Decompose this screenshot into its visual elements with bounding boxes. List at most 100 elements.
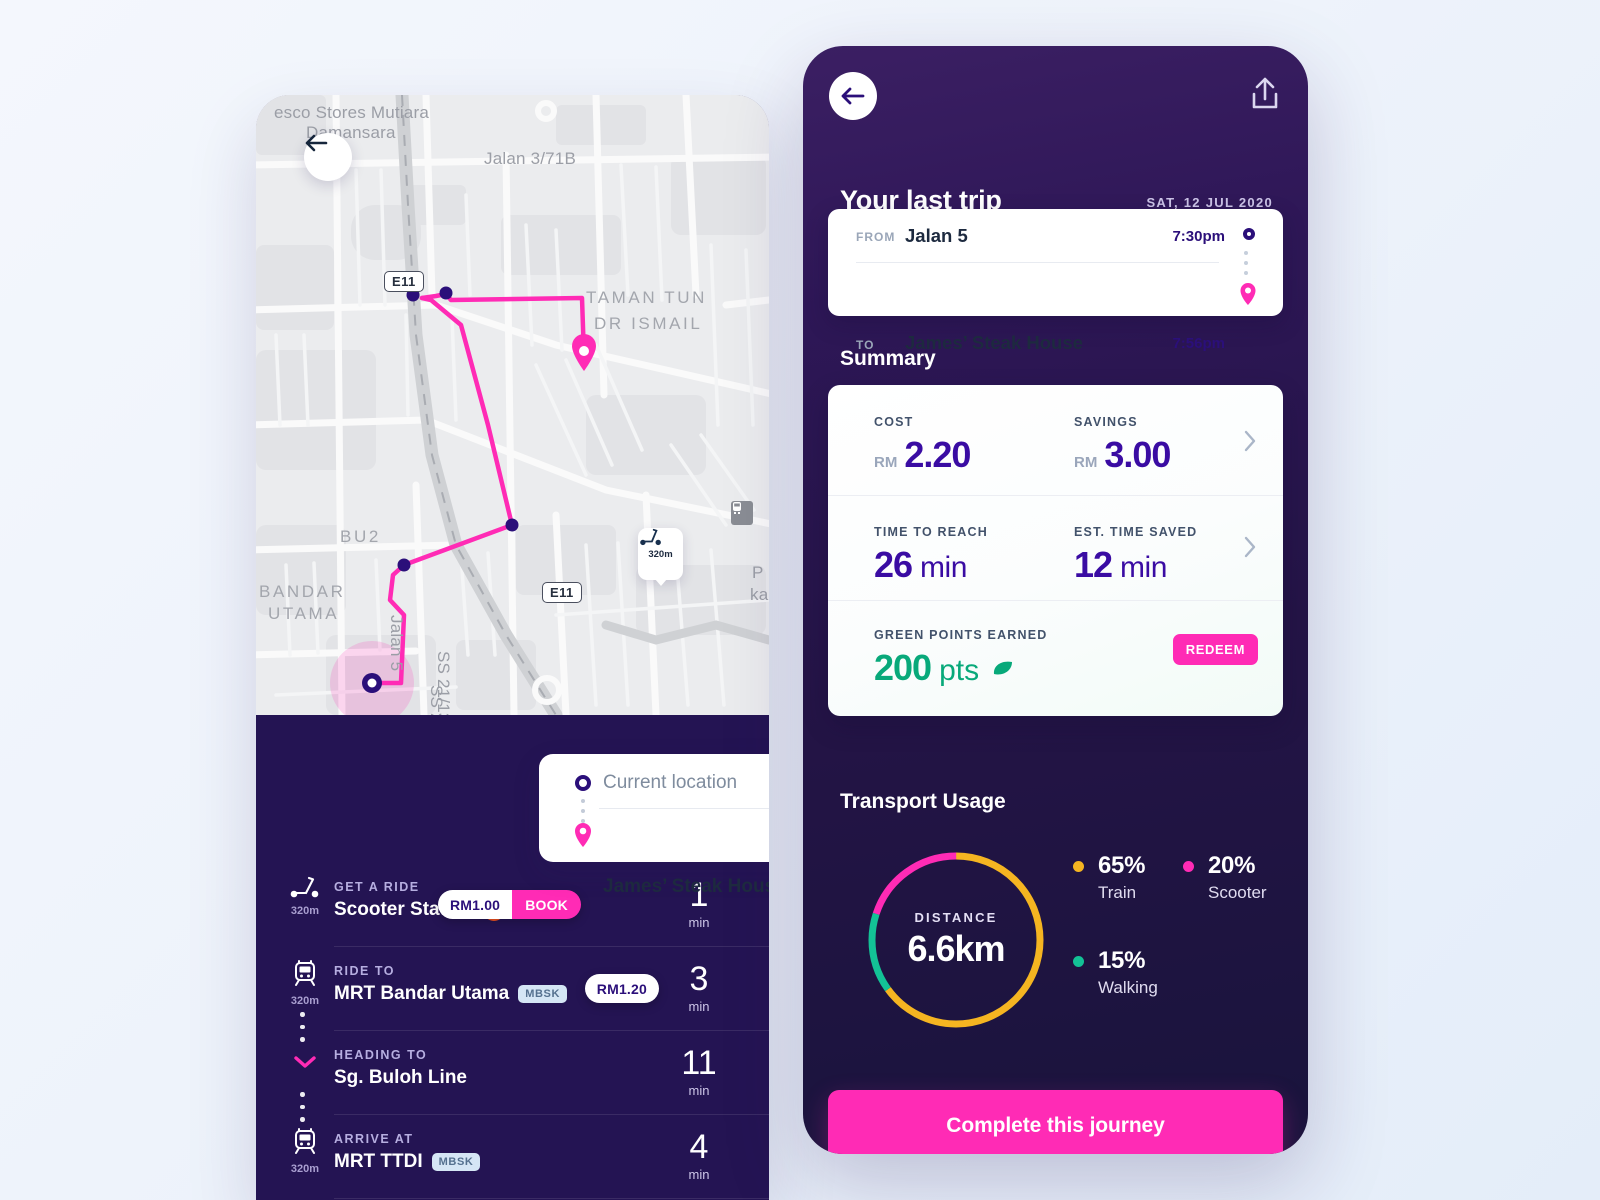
scooter-callout-distance: 320m <box>648 549 673 560</box>
current-trip-card[interactable]: Current location 7:30pm James’ Steak Hou… <box>539 754 769 897</box>
step-row[interactable]: 320m GET A RIDE Scooter Station ⚡ RM1.00… <box>256 862 769 946</box>
savings-value-wrap: RM 3.00 <box>1074 434 1171 476</box>
map-canvas <box>256 95 769 715</box>
legend-item-scooter: 20% Scooter <box>1183 852 1267 903</box>
legend-value: 65% <box>1098 852 1146 879</box>
step-icon-column <box>280 1054 330 1075</box>
map-pin-icon <box>1240 283 1256 305</box>
green-points-unit: pts <box>939 654 980 687</box>
savings-currency: RM <box>1074 454 1098 471</box>
step-kicker: RIDE TO <box>334 964 395 978</box>
chevron-right-icon[interactable] <box>1243 429 1257 453</box>
share-button[interactable] <box>1248 76 1282 114</box>
step-duration-unit: min <box>688 1083 710 1098</box>
cost-block: COST RM 2.20 <box>874 415 971 476</box>
step-title-wrap: MRT TTDI MBSK <box>334 1151 481 1173</box>
trip-origin-label: Current location <box>603 772 738 793</box>
scooter-icon <box>640 528 661 546</box>
share-upload-icon <box>1252 77 1278 109</box>
step-duration-value: 11 <box>681 1044 717 1082</box>
train-icon <box>733 502 741 514</box>
divider <box>334 1198 769 1199</box>
step-title: MRT TTDI <box>334 1151 423 1172</box>
map-view[interactable]: esco Stores Mutiara Damansara Jalan 3/71… <box>256 95 769 715</box>
journey-steps-list: 320m GET A RIDE Scooter Station ⚡ RM1.00… <box>256 862 769 1200</box>
to-time: 7:56pm <box>1172 335 1225 352</box>
from-row[interactable]: FROM Jalan 5 7:30pm <box>828 209 1283 262</box>
book-button[interactable]: BOOK <box>512 890 581 919</box>
step-duration-value: 3 <box>689 960 709 998</box>
legend-value: 20% <box>1208 852 1256 879</box>
step-icon-column: 320m <box>280 960 330 1007</box>
redeem-button[interactable]: REDEEM <box>1172 634 1258 665</box>
step-kicker: ARRIVE AT <box>334 1132 414 1146</box>
legend-item-walking: 15% Walking <box>1073 947 1158 998</box>
step-duration: 4 min <box>669 1130 729 1182</box>
line-chip: MBSK <box>431 1153 481 1171</box>
step-title: Sg. Buloh Line <box>334 1067 467 1088</box>
green-points-row[interactable]: GREEN POINTS EARNED 200 pts REDEEM <box>828 600 1283 716</box>
step-row[interactable]: 320m RIDE TO MRT Bandar Utama MBSK RM1.2… <box>256 946 769 1042</box>
time-saved-label: EST. TIME SAVED <box>1074 525 1198 539</box>
step-fare-action[interactable]: RM1.00 BOOK <box>437 890 581 919</box>
legend-name: Walking <box>1098 978 1158 997</box>
step-distance: 320m <box>290 905 320 917</box>
divider <box>334 946 769 947</box>
step-title-wrap: MRT Bandar Utama MBSK <box>334 983 568 1005</box>
time-row[interactable]: TIME TO REACH 26 min EST. TIME SAVED 12 … <box>828 495 1283 600</box>
chevron-down-icon <box>294 1056 316 1068</box>
summary-heading: Summary <box>840 347 936 370</box>
savings-label: SAVINGS <box>1074 415 1138 429</box>
time-saved-block: EST. TIME SAVED 12 min <box>1074 525 1197 586</box>
step-fare-action[interactable]: RM1.20 <box>584 974 659 1003</box>
savings-block: SAVINGS RM 3.00 <box>1074 415 1171 476</box>
green-points-label: GREEN POINTS EARNED <box>874 628 1048 642</box>
arrow-left-icon <box>841 87 865 105</box>
map-train-chip[interactable] <box>731 501 753 525</box>
step-fare: RM1.00 <box>437 890 513 919</box>
green-points-block: GREEN POINTS EARNED 200 pts <box>874 628 1048 689</box>
transport-usage-chart: DISTANCE 6.6km 65% Train 20% Scooter 15%… <box>828 830 1283 1050</box>
train-icon <box>295 960 315 986</box>
legend-item-train: 65% Train <box>1073 852 1145 903</box>
circle-origin-icon <box>1243 228 1255 240</box>
trip-destination-row[interactable]: James’ Steak House 7:58pm <box>539 808 769 897</box>
trip-origin-row[interactable]: Current location 7:30pm <box>539 758 769 808</box>
from-value: Jalan 5 <box>905 225 968 246</box>
back-button[interactable] <box>829 72 877 120</box>
step-duration-unit: min <box>688 915 710 930</box>
to-row[interactable]: TO James’ Steak House 7:56pm <box>828 263 1283 353</box>
highway-badge-e11: E11 <box>542 582 582 603</box>
legend-name: Scooter <box>1208 883 1267 902</box>
step-title-wrap: Sg. Buloh Line <box>334 1067 467 1089</box>
green-points-value: 200 <box>874 647 932 688</box>
from-label: FROM <box>856 230 896 244</box>
step-kicker: HEADING TO <box>334 1048 428 1062</box>
route-connector-dots <box>1244 251 1248 281</box>
step-duration-unit: min <box>688 999 710 1014</box>
from-to-card[interactable]: FROM Jalan 5 7:30pm TO James’ Steak Hous… <box>828 209 1283 353</box>
distance-value: 6.6km <box>907 928 1005 969</box>
complete-journey-button[interactable]: Complete this journey <box>828 1090 1283 1154</box>
scooter-icon <box>290 876 319 898</box>
chevron-right-icon[interactable] <box>1243 535 1257 559</box>
step-row[interactable]: 320m ARRIVE AT MRT TTDI MBSK 4 min <box>256 1114 769 1198</box>
trip-summary-phone: Your last trip SAT, 12 JUL 2020 FROM Jal… <box>803 46 1308 1154</box>
scooter-station-callout[interactable]: 320m <box>638 528 683 586</box>
legend-dot <box>1073 956 1084 967</box>
time-to-reach-unit: min <box>920 551 967 584</box>
legend-name: Train <box>1098 883 1137 902</box>
trip-planner-phone: esco Stores Mutiara Damansara Jalan 3/71… <box>256 95 769 1200</box>
step-row[interactable]: HEADING TO Sg. Buloh Line 11 min <box>256 1030 769 1122</box>
arrow-left-icon <box>305 134 328 152</box>
step-fare: RM1.20 <box>584 974 659 1003</box>
green-points-value-wrap: 200 pts <box>874 647 1048 689</box>
time-to-reach-block: TIME TO REACH 26 min <box>874 525 988 586</box>
step-duration: 11 min <box>669 1046 729 1098</box>
cost-savings-row[interactable]: COST RM 2.20 SAVINGS RM 3.00 <box>828 385 1283 495</box>
step-distance: 320m <box>290 995 320 1007</box>
time-to-reach-value: 26 <box>874 544 913 585</box>
step-distance: 320m <box>290 1163 320 1175</box>
map-back-button[interactable] <box>304 133 352 181</box>
trip-date: SAT, 12 JUL 2020 <box>1146 195 1273 210</box>
